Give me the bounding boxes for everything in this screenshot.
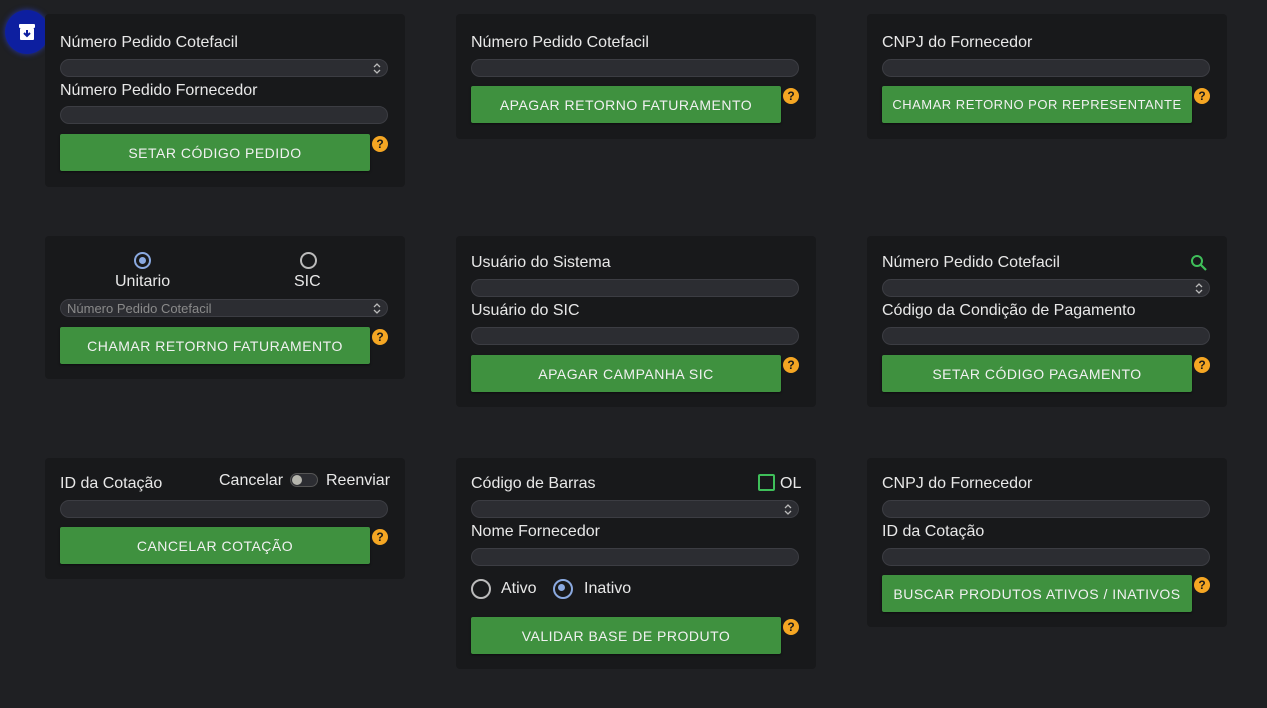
payment-condition-input[interactable] — [882, 327, 1210, 345]
card-cancel-quotation: ID da Cotação Cancelar Reenviar CANCELAR… — [45, 458, 405, 579]
sic-user-label: Usuário do SIC — [471, 302, 580, 319]
set-order-code-button[interactable]: SETAR CÓDIGO PEDIDO — [60, 134, 370, 171]
quotation-id-input[interactable] — [60, 500, 388, 518]
spinner-icon[interactable] — [784, 503, 792, 516]
help-icon[interactable]: ? — [1194, 88, 1210, 104]
delete-billing-return-button[interactable]: APAGAR RETORNO FATURAMENTO — [471, 86, 781, 123]
quotation-id-label: ID da Cotação — [882, 523, 985, 540]
cancel-resend-toggle[interactable] — [290, 473, 318, 487]
radio-unitario[interactable] — [134, 252, 151, 269]
card-set-order-code: Número Pedido Cotefacil Número Pedido Fo… — [45, 14, 405, 187]
quotation-id-input[interactable] — [882, 548, 1210, 566]
set-payment-code-button[interactable]: SETAR CÓDIGO PAGAMENTO — [882, 355, 1192, 392]
search-active-inactive-products-button[interactable]: BUSCAR PRODUTOS ATIVOS / INATIVOS — [882, 575, 1192, 612]
spinner-icon[interactable] — [373, 302, 381, 315]
help-icon[interactable]: ? — [1194, 577, 1210, 593]
barcode-input[interactable] — [471, 500, 799, 518]
help-icon[interactable]: ? — [783, 88, 799, 104]
help-icon[interactable]: ? — [1194, 357, 1210, 373]
order-cotefacil-input[interactable] — [60, 59, 388, 77]
order-cotefacil-label: Número Pedido Cotefacil — [471, 34, 649, 51]
call-billing-return-button[interactable]: CHAMAR RETORNO FATURAMENTO — [60, 327, 370, 364]
spinner-icon[interactable] — [373, 62, 381, 75]
radio-inativo[interactable] — [553, 579, 573, 599]
radio-inativo-label: Inativo — [584, 580, 632, 597]
radio-sic[interactable] — [300, 252, 317, 269]
radio-sic-label: SIC — [294, 273, 321, 290]
order-cotefacil-input[interactable] — [471, 59, 799, 77]
card-set-payment-code: Número Pedido Cotefacil Código da Condiç… — [867, 236, 1227, 407]
order-cotefacil-label: Número Pedido Cotefacil — [882, 254, 1060, 271]
card-billing-return: Unitario SIC Número Pedido Cotefacil CHA… — [45, 236, 405, 379]
supplier-name-label: Nome Fornecedor — [471, 523, 600, 540]
delete-sic-campaign-button[interactable]: APAGAR CAMPANHA SIC — [471, 355, 781, 392]
ol-checkbox[interactable] — [758, 474, 775, 491]
card-delete-billing-return: Número Pedido Cotefacil APAGAR RETORNO F… — [456, 14, 816, 139]
card-search-active-products: CNPJ do Fornecedor ID da Cotação BUSCAR … — [867, 458, 1227, 627]
sic-user-input[interactable] — [471, 327, 799, 345]
quotation-id-label: ID da Cotação — [60, 475, 163, 492]
order-supplier-input[interactable] — [60, 106, 388, 124]
toggle-knob — [292, 475, 302, 485]
order-supplier-label: Número Pedido Fornecedor — [60, 82, 258, 99]
radio-ativo[interactable] — [471, 579, 491, 599]
help-icon[interactable]: ? — [372, 529, 388, 545]
input-placeholder: Número Pedido Cotefacil — [67, 301, 212, 316]
order-cotefacil-input[interactable]: Número Pedido Cotefacil — [60, 299, 388, 317]
system-user-label: Usuário do Sistema — [471, 254, 611, 271]
help-icon[interactable]: ? — [783, 357, 799, 373]
barcode-label: Código de Barras — [471, 475, 596, 492]
cancel-quotation-button[interactable]: CANCELAR COTAÇÃO — [60, 527, 370, 564]
card-return-by-representative: CNPJ do Fornecedor CHAMAR RETORNO POR RE… — [867, 14, 1227, 139]
validate-product-base-button[interactable]: VALIDAR BASE DE PRODUTO — [471, 617, 781, 654]
supplier-cnpj-input[interactable] — [882, 59, 1210, 77]
supplier-cnpj-label: CNPJ do Fornecedor — [882, 34, 1033, 51]
radio-unitario-label: Unitario — [115, 273, 171, 290]
toggle-resend-label: Reenviar — [326, 472, 391, 489]
system-user-input[interactable] — [471, 279, 799, 297]
help-icon[interactable]: ? — [372, 136, 388, 152]
supplier-cnpj-label: CNPJ do Fornecedor — [882, 475, 1033, 492]
radio-ativo-label: Ativo — [501, 580, 537, 597]
toggle-cancel-label: Cancelar — [219, 472, 284, 489]
card-validate-product-base: Código de Barras OL Nome Fornecedor Ativ… — [456, 458, 816, 669]
help-icon[interactable]: ? — [783, 619, 799, 635]
return-by-representative-button[interactable]: CHAMAR RETORNO POR REPRESENTANTE — [882, 86, 1192, 123]
order-cotefacil-label: Número Pedido Cotefacil — [60, 34, 238, 51]
help-icon[interactable]: ? — [372, 329, 388, 345]
archive-download-icon — [19, 24, 35, 40]
supplier-cnpj-input[interactable] — [882, 500, 1210, 518]
ol-checkbox-label: OL — [780, 475, 802, 492]
spinner-icon[interactable] — [1195, 282, 1203, 295]
fab-button[interactable] — [5, 10, 49, 54]
supplier-name-input[interactable] — [471, 548, 799, 566]
card-delete-sic-campaign: Usuário do Sistema Usuário do SIC APAGAR… — [456, 236, 816, 407]
order-cotefacil-input[interactable] — [882, 279, 1210, 297]
payment-condition-label: Código da Condição de Pagamento — [882, 302, 1136, 319]
search-icon[interactable] — [1190, 254, 1208, 272]
